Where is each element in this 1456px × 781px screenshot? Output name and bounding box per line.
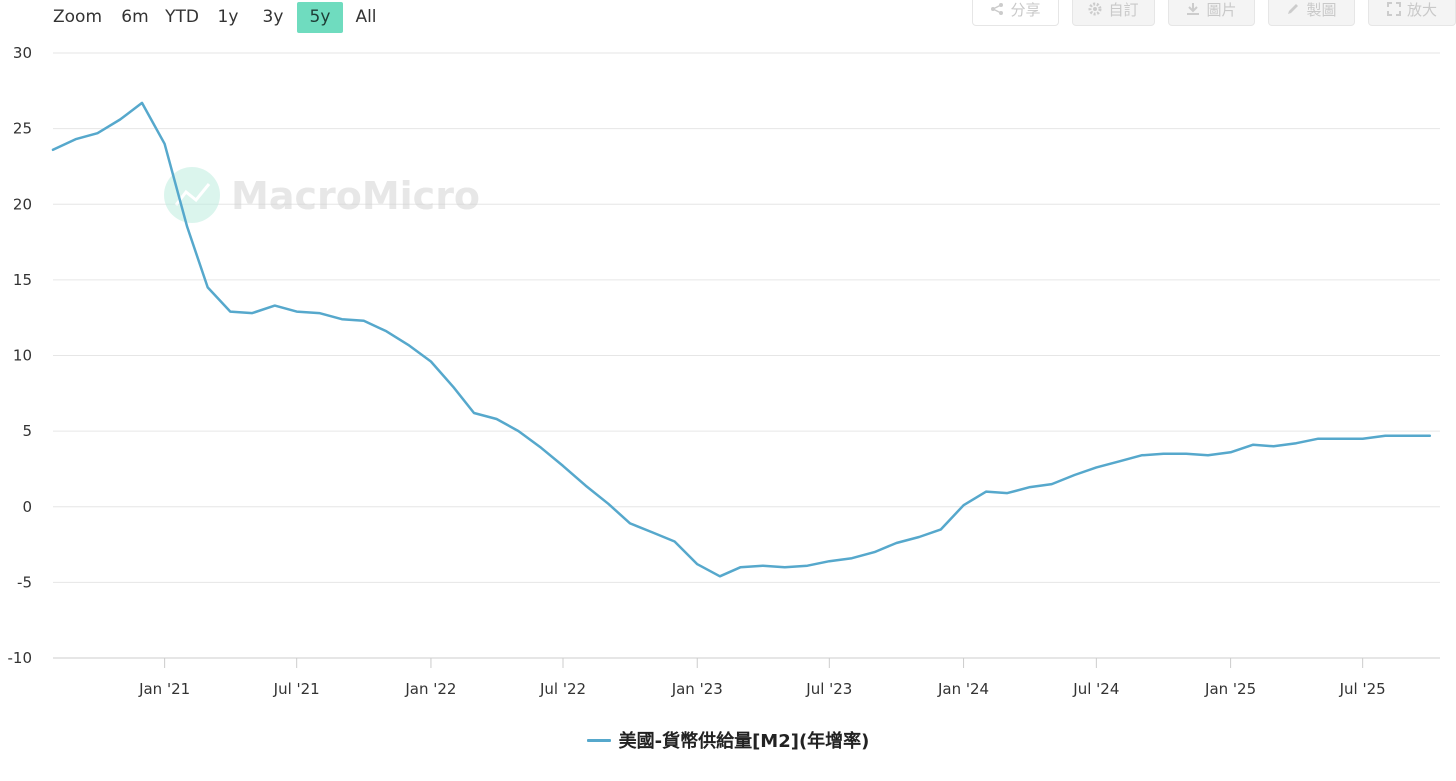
y-tick-label: -5 — [17, 573, 32, 591]
x-tick-label: Jul '23 — [805, 680, 852, 698]
x-tick-label: Jan '21 — [138, 680, 190, 698]
y-tick-label: 20 — [13, 195, 32, 213]
legend-swatch — [586, 738, 611, 742]
legend-series-name: 美國-貨幣供給量[M2](年增率) — [618, 731, 870, 752]
x-tick-label: Jul '25 — [1339, 680, 1386, 698]
y-tick-label: 15 — [13, 271, 32, 289]
grid-lines — [53, 52, 1440, 583]
x-tick-label: Jan '23 — [671, 680, 723, 698]
x-axis: Jan '21 Jul '21 Jan '22 Jul '22 Jan '23 Jul '… — [53, 657, 1440, 698]
y-tick-label: 25 — [13, 120, 32, 138]
legend[interactable]: 美國-貨幣供給量[M2](年增率) — [0, 727, 1456, 753]
line-chart: -10-5051015202530 Jan '21 Jul '21 Jan '22 J… — [8, 44, 1440, 698]
x-tick-label: Jul '21 — [273, 680, 320, 698]
y-tick-label: 0 — [22, 498, 32, 516]
y-tick-label: 5 — [22, 422, 32, 440]
watermark: MacroMicro — [164, 167, 480, 223]
y-axis-ticks: -10 -5 0 5 10 15 20 25 30 — [8, 44, 33, 667]
x-tick-label: Jul '24 — [1072, 680, 1119, 698]
x-tick-label: Jan '25 — [1204, 680, 1256, 698]
watermark-text: MacroMicro — [231, 174, 480, 218]
x-tick-label: Jan '24 — [937, 680, 989, 698]
x-tick-label: Jan '22 — [404, 680, 456, 698]
y-tick-label: 30 — [13, 44, 32, 62]
x-tick-label: Jul '22 — [539, 680, 586, 698]
y-tick-label: -10 — [8, 649, 33, 667]
y-tick-label: 10 — [13, 347, 32, 365]
